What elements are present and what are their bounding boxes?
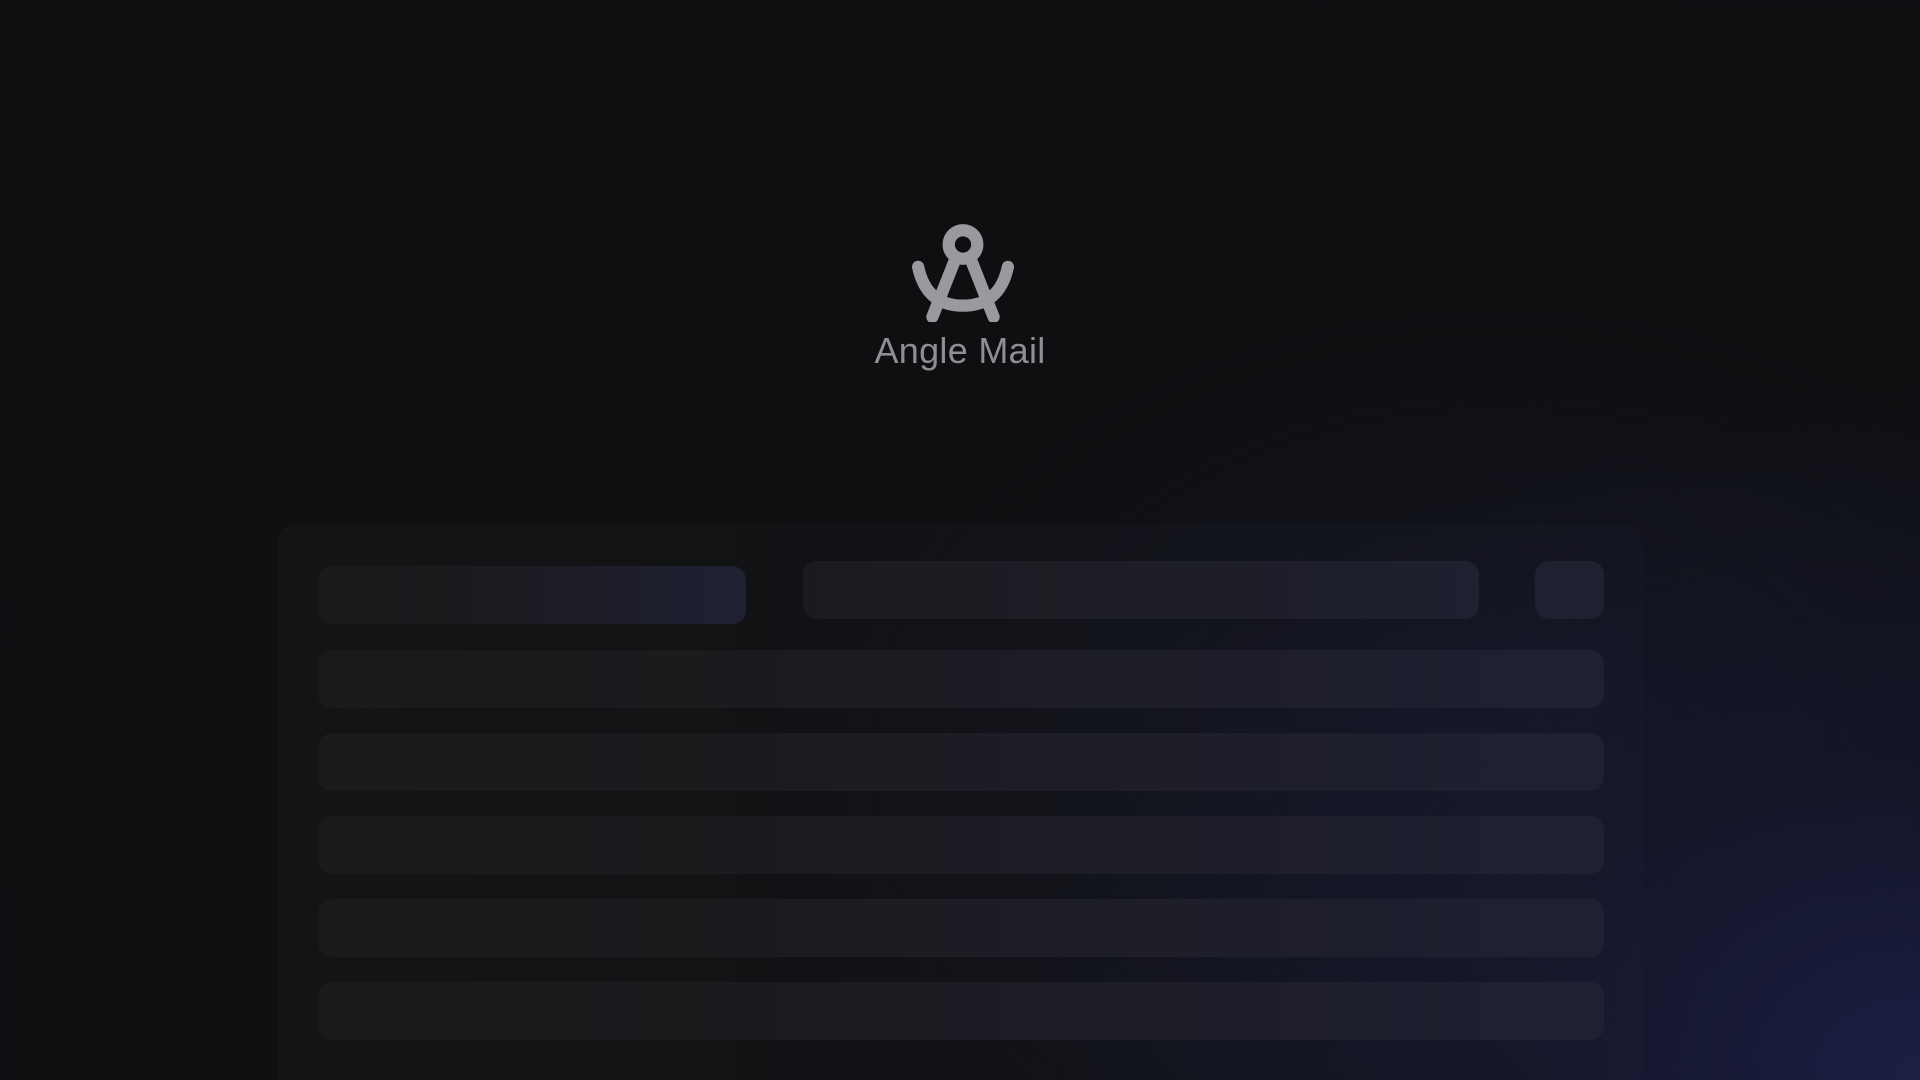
app-name: Angle Mail	[874, 330, 1046, 371]
angle-mail-logo-icon	[911, 224, 1014, 322]
app-branding: Angle Mail	[0, 220, 1920, 372]
mail-row-placeholder	[318, 733, 1604, 791]
filter-bar-placeholder	[803, 561, 1479, 619]
mail-row-placeholder	[318, 899, 1604, 957]
action-button-placeholder	[1535, 561, 1604, 619]
mail-row-placeholder	[318, 650, 1604, 708]
mail-row-placeholder	[318, 816, 1604, 874]
search-placeholder	[318, 566, 746, 624]
mail-row-placeholder	[318, 982, 1604, 1040]
